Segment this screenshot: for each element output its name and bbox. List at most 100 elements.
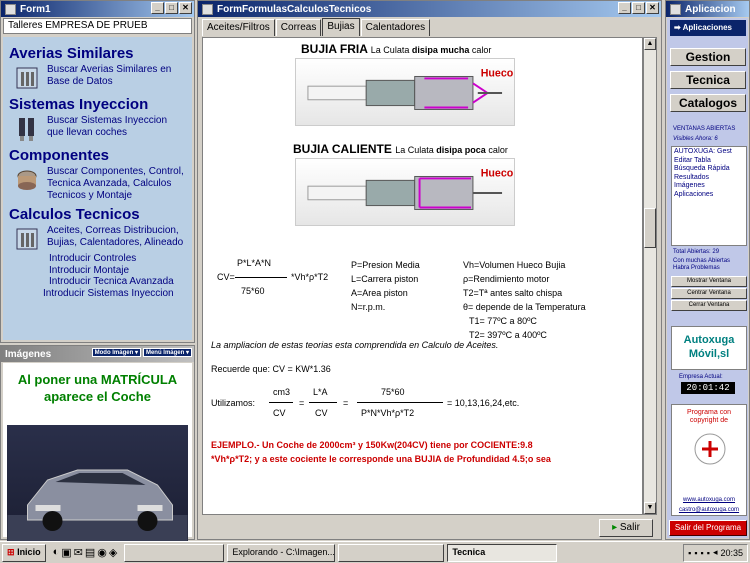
total-label: Total Abiertas: 29 [673,249,720,255]
bujia-fria-heading: BUJIA FRIA La Culata disipa mucha calor [301,42,492,56]
volume-icon[interactable]: ◂ [713,547,718,558]
mode-image-button[interactable]: Modo Imágen ▾ [91,348,141,357]
tab-calentadores[interactable]: Calentadores [360,19,431,36]
folder-icon[interactable]: ▤ [85,546,95,559]
section-heading[interactable]: Componentes [9,147,186,164]
maximize-button[interactable]: □ [632,2,645,14]
maximize-button[interactable]: □ [165,2,178,14]
taskbar-item-tecnica[interactable]: Tecnica [447,543,558,562]
mostrar-ventana-button[interactable]: Mostrar Ventana [671,276,747,287]
aplicacion-titlebar: Aplicacion [666,1,749,17]
link-tecnica-avanzada[interactable]: Introducir Tecnica Avanzada [9,276,186,288]
cerrar-ventana-button[interactable]: Cerrar Ventana [671,300,747,311]
tab-bar: Aceites/Filtros Correas Bujias Calentado… [200,18,659,37]
tray-icon[interactable]: ▪ [694,548,697,558]
section-heading[interactable]: Averias Similares [9,45,186,62]
section-text[interactable]: Buscar Componentes, Control, Tecnica Ava… [47,166,186,202]
tray-clock: 20:35 [720,547,743,558]
section-calculos[interactable]: Calculos Tecnicos Aceites, Correas Distr… [9,206,186,253]
link-montaje[interactable]: Introducir Montaje [9,265,186,277]
salir-button[interactable]: ▸ Salir [599,519,653,537]
list-item[interactable]: Editar Tabla [674,157,744,166]
link-sistemas-inyeccion[interactable]: Introducir Sistemas Inyeccion [9,288,186,300]
section-averias[interactable]: Averias Similares Buscar Averias Similar… [9,45,186,92]
outlook-icon[interactable]: ✉ [74,546,83,559]
legend-right: Vh=Volumen Hueco Bujia ρ=Rendimiento mot… [463,260,586,340]
form1-body: Averias Similares Buscar Averias Similar… [3,37,192,340]
minimize-button[interactable]: _ [151,2,164,14]
form1-window: Form1 _ □ ✕ Talleres EMPRESA DE PRUEB Av… [0,0,195,343]
tab-correas[interactable]: Correas [275,19,322,36]
company-field[interactable]: Talleres EMPRESA DE PRUEB [3,18,192,34]
section-heading[interactable]: Sistemas Inyeccion [9,96,186,113]
section-sistemas[interactable]: Sistemas Inyeccion Buscar Sistemas Inyec… [9,96,186,143]
taskbar: ⊞ Inicio ◐ ▣ ✉ ▤ ◉ ◈ Explorando - C:\Ima… [0,541,750,563]
arrow-right-icon: ➡ [674,23,681,32]
section-text[interactable]: Buscar Averias Similares en Base de Dato… [47,64,186,92]
aplicaciones-button[interactable]: ➡ Aplicaciones [670,20,746,36]
bujia-caliente-image: Hueco [295,158,515,226]
aplicacion-body: ➡ Aplicaciones Gestion Tecnica Catalogos… [667,18,748,538]
salir-programa-button[interactable]: Salir del Programa [669,520,747,536]
taskbar-item-explorando[interactable]: Explorando - C:\Imagen... [227,543,336,562]
section-text[interactable]: Aceites, Correas Distribucion, Bujias, C… [47,225,186,253]
list-item[interactable]: Resultados [674,174,744,183]
close-button[interactable]: ✕ [179,2,192,14]
legend-left: P=Presion Media L=Carrera piston A=Area … [351,260,420,312]
tray-icon[interactable]: ▪ [707,548,710,558]
taskbar-item-blank[interactable] [124,543,225,562]
quick-launch: ◐ ▣ ✉ ▤ ◉ ◈ [49,546,122,559]
explorer-icon[interactable]: ▣ [61,546,71,559]
component-icon [17,170,37,190]
car-image [7,425,188,551]
system-tray: ▪ ▪ ▪ ▪ ◂ 20:35 [683,543,748,562]
cv-label: CV [315,408,328,418]
close-button[interactable]: ✕ [646,2,659,14]
calc-tool-icon [16,228,38,250]
taskbar-item-blank[interactable] [338,543,445,562]
minimize-button[interactable]: _ [618,2,631,14]
gestion-button[interactable]: Gestion [670,48,746,66]
start-button[interactable]: ⊞ Inicio [2,543,46,562]
bujia-fria-image: Hueco [295,58,515,126]
list-item[interactable]: Aplicaciones [674,191,744,200]
scroll-up-icon[interactable]: ▲ [644,38,656,50]
n7560-label: 75*60 [381,387,405,397]
section-heading[interactable]: Calculos Tecnicos [9,206,186,223]
section-componentes[interactable]: Componentes Buscar Componentes, Control,… [9,147,186,202]
app-icon [670,3,681,15]
menu-image-button[interactable]: Menú Imágen ▾ [142,348,192,357]
ventanas-list[interactable]: AUTOXUGA: Gest Editar Tabla Búsqueda Ráp… [671,146,747,246]
tray-icon[interactable]: ▪ [688,548,691,558]
centrar-ventana-button[interactable]: Centrar Ventana [671,288,747,299]
list-item[interactable]: AUTOXUGA: Gest [674,148,744,157]
images-title: Imágenes [5,348,52,360]
vertical-scrollbar[interactable]: ▲ ▼ [643,37,657,515]
section-text[interactable]: Buscar Sistemas Inyeccion que llevan coc… [47,115,186,143]
scroll-thumb[interactable] [644,208,656,248]
email-link[interactable]: castro@autoxuga.com [672,507,746,513]
app-icon[interactable]: ◈ [109,546,117,559]
fraction-line [235,277,287,278]
ie-icon[interactable]: ◐ [53,546,60,559]
images-body: Al poner una MATRÍCULA aparece el Coche [3,363,192,551]
list-item[interactable]: Búsqueda Rápida [674,165,744,174]
spark-plug-icon: Hueco [307,167,514,210]
link-controles[interactable]: Introducir Controles [9,253,186,265]
car-icon [7,469,188,551]
scroll-down-icon[interactable]: ▼ [644,502,656,514]
ejemplo-text-2: *Vh*ρ*T2; y a este cociente le correspon… [211,454,551,464]
formula-cv: CV= [217,272,235,282]
list-item[interactable]: Imágenes [674,182,744,191]
brand-logo: Autoxuga Móvil,sl [671,326,747,370]
main-window: FormFormulasCalculosTecnicos _ □ ✕ Aceit… [197,0,662,540]
main-title: FormFormulasCalculosTecnicos [217,3,372,15]
catalogos-button[interactable]: Catalogos [670,94,746,112]
tab-aceites[interactable]: Aceites/Filtros [202,19,275,36]
tecnica-button[interactable]: Tecnica [670,71,746,89]
tab-bujias[interactable]: Bujias [322,18,360,36]
media-icon[interactable]: ◉ [97,546,107,559]
web-link[interactable]: www.autoxuga.com [672,497,746,503]
recuerde-text: Recuerde que: CV = KW*1.36 [211,364,331,374]
tray-icon[interactable]: ▪ [701,548,704,558]
